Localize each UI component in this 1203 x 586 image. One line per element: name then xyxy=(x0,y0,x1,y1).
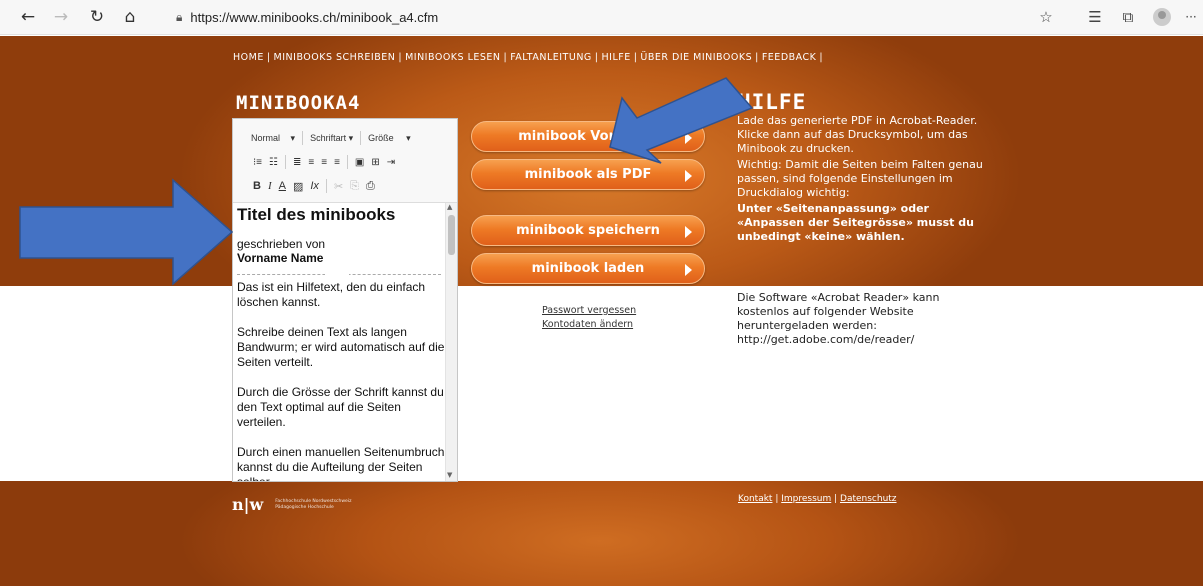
editor-content-area[interactable]: Titel des minibooks geschrieben von Vorn… xyxy=(237,205,445,481)
play-arrow-icon xyxy=(685,226,692,238)
nav-ueber-die-minibooks[interactable]: ÜBER DIE MINIBOOKS xyxy=(640,52,752,63)
pdf-button-label: minibook als PDF xyxy=(524,167,652,182)
back-icon[interactable]: ← xyxy=(17,6,39,28)
fhnw-logo: n|w Fachhochschule Nordwestschweiz Pädag… xyxy=(232,495,351,514)
nav-minibooks-lesen[interactable]: MINIBOOKS LESEN xyxy=(405,52,500,63)
play-arrow-icon xyxy=(685,132,692,144)
chevron-down-icon: ▾ xyxy=(290,132,296,143)
font-select[interactable]: Schriftart ▾ xyxy=(310,133,353,144)
format-select[interactable]: Normal ▾ xyxy=(251,133,295,144)
align-right-icon[interactable]: ≡ xyxy=(321,157,327,168)
rich-text-editor[interactable]: Normal ▾ Schriftart ▾ Größe ▾ ⁝≡ ☷ ≣ ≡ ≡… xyxy=(232,118,458,482)
minibook-heading: MINIBOOKA4 xyxy=(236,92,361,114)
remove-format-icon[interactable]: Ix xyxy=(310,180,319,192)
help-text: Lade das generierte PDF in Acrobat-Reade… xyxy=(737,114,997,246)
numbered-list-icon[interactable]: ⁝≡ xyxy=(253,157,262,168)
footer-links: Kontakt | Impressum | Datenschutz xyxy=(738,494,897,504)
nav-home[interactable]: HOME xyxy=(233,52,264,63)
pdf-button[interactable]: minibook als PDF xyxy=(471,159,705,190)
author-name: Vorname Name xyxy=(237,251,324,265)
nav-hilfe[interactable]: HILFE xyxy=(602,52,631,63)
refresh-icon[interactable]: ↻ xyxy=(86,6,108,28)
acrobat-info: Die Software «Acrobat Reader» kann koste… xyxy=(737,291,940,346)
nav-minibooks-schreiben[interactable]: MINIBOOKS SCHREIBEN xyxy=(274,52,396,63)
logo-subtitle: Fachhochschule Nordwestschweiz Pädagogis… xyxy=(275,498,352,510)
book-title: Titel des minibooks xyxy=(237,205,396,224)
align-justify-icon[interactable]: ≡ xyxy=(334,157,340,168)
hilfe-heading: HILFE xyxy=(738,90,807,114)
editor-scrollbar[interactable]: ▲ ▼ xyxy=(445,203,457,481)
nav-faltanleitung[interactable]: FALTANLEITUNG xyxy=(510,52,592,63)
align-center-icon[interactable]: ≡ xyxy=(308,157,314,168)
forgot-password-link[interactable]: Passwort vergessen xyxy=(542,304,636,318)
paste-icon[interactable]: ⎙ xyxy=(366,180,375,193)
size-select[interactable]: Größe ▾ xyxy=(368,133,411,144)
play-arrow-icon xyxy=(685,264,692,276)
favorites-icon[interactable]: ☰ xyxy=(1084,6,1106,28)
preview-button-label: minibook Vorschau xyxy=(518,129,658,144)
copy-icon[interactable]: ⎘ xyxy=(350,180,359,193)
toolbar-row-format: Normal ▾ Schriftart ▾ Größe ▾ xyxy=(239,131,418,145)
italic-icon[interactable]: I xyxy=(268,180,272,192)
help-paragraph: Wichtig: Damit die Seiten beim Falten ge… xyxy=(737,158,983,199)
written-by-label: geschrieben von xyxy=(237,237,326,251)
table-icon[interactable]: ⊞ xyxy=(371,157,379,168)
scroll-thumb[interactable] xyxy=(448,215,455,255)
forward-icon[interactable]: → xyxy=(50,6,72,28)
kontakt-link[interactable]: Kontakt xyxy=(738,494,772,504)
text-color-icon[interactable]: A xyxy=(279,180,286,192)
browser-toolbar: ← → ↻ ⌂ 🔒︎ https://www.minibooks.ch/mini… xyxy=(0,0,1203,35)
align-left-icon[interactable]: ≣ xyxy=(293,157,301,168)
toolbar-row-styles: B I A ▨ Ix ✂ ⎘ ⎙ xyxy=(239,179,382,193)
preview-button[interactable]: minibook Vorschau xyxy=(471,121,705,152)
play-arrow-icon xyxy=(685,170,692,182)
toolbar-row-lists: ⁝≡ ☷ ≣ ≡ ≡ ≡ ▣ ⊞ ⇥ xyxy=(239,155,402,169)
background-color-icon[interactable]: ▨ xyxy=(293,180,303,193)
editor-paragraph: Schreibe deinen Text als langen Bandwurm… xyxy=(237,325,445,369)
editor-paragraph: Durch die Grösse der Schrift kannst du d… xyxy=(237,385,444,429)
logo-mark: n|w xyxy=(232,495,264,514)
profile-avatar[interactable] xyxy=(1153,8,1171,26)
collections-icon[interactable]: ⧉ xyxy=(1117,6,1139,28)
editor-paragraph: Durch einen manuellen Seitenumbruch kann… xyxy=(237,445,445,481)
url-text: https://www.minibooks.ch/minibook_a4.cfm xyxy=(190,9,439,25)
nav-feedback[interactable]: FEEDBACK xyxy=(762,52,817,63)
change-account-link[interactable]: Kontodaten ändern xyxy=(542,318,636,332)
load-button-label: minibook laden xyxy=(531,261,645,276)
main-nav: HOME | MINIBOOKS SCHREIBEN | MINIBOOKS LESEN… xyxy=(233,52,824,63)
bold-icon[interactable]: B xyxy=(253,180,261,192)
account-links: Passwort vergessen Kontodaten ändern xyxy=(542,304,636,332)
save-button[interactable]: minibook speichern xyxy=(471,215,705,246)
footer-band xyxy=(0,481,1203,586)
impressum-link[interactable]: Impressum xyxy=(781,494,831,504)
more-icon[interactable]: ··· xyxy=(1180,6,1202,28)
chevron-down-icon: ▾ xyxy=(406,132,411,143)
page-break-icon[interactable]: ⇥ xyxy=(387,157,395,168)
bullet-list-icon[interactable]: ☷ xyxy=(269,157,278,168)
add-favorite-icon[interactable]: ☆ xyxy=(1035,6,1057,28)
home-icon[interactable]: ⌂ xyxy=(119,6,141,28)
scroll-down-icon[interactable]: ▼ xyxy=(447,471,452,479)
save-button-label: minibook speichern xyxy=(516,223,660,238)
page-break-marker xyxy=(237,272,441,280)
help-paragraph: Lade das generierte PDF in Acrobat-Reade… xyxy=(737,114,978,155)
scroll-up-icon[interactable]: ▲ xyxy=(447,203,452,211)
help-paragraph-bold: Unter «Seitenanpassung» oder «Anpassen d… xyxy=(737,202,974,243)
address-bar[interactable]: 🔒︎ https://www.minibooks.ch/minibook_a4.… xyxy=(176,5,438,29)
lock-icon: 🔒︎ xyxy=(176,9,183,24)
chevron-down-icon: ▾ xyxy=(348,132,354,143)
editor-paragraph: Das ist ein Hilfetext, den du einfach lö… xyxy=(237,280,426,309)
cut-icon[interactable]: ✂ xyxy=(334,180,343,193)
image-icon[interactable]: ▣ xyxy=(355,157,364,168)
datenschutz-link[interactable]: Datenschutz xyxy=(840,494,897,504)
load-button[interactable]: minibook laden xyxy=(471,253,705,284)
editor-toolbar: Normal ▾ Schriftart ▾ Größe ▾ ⁝≡ ☷ ≣ ≡ ≡… xyxy=(233,119,457,203)
